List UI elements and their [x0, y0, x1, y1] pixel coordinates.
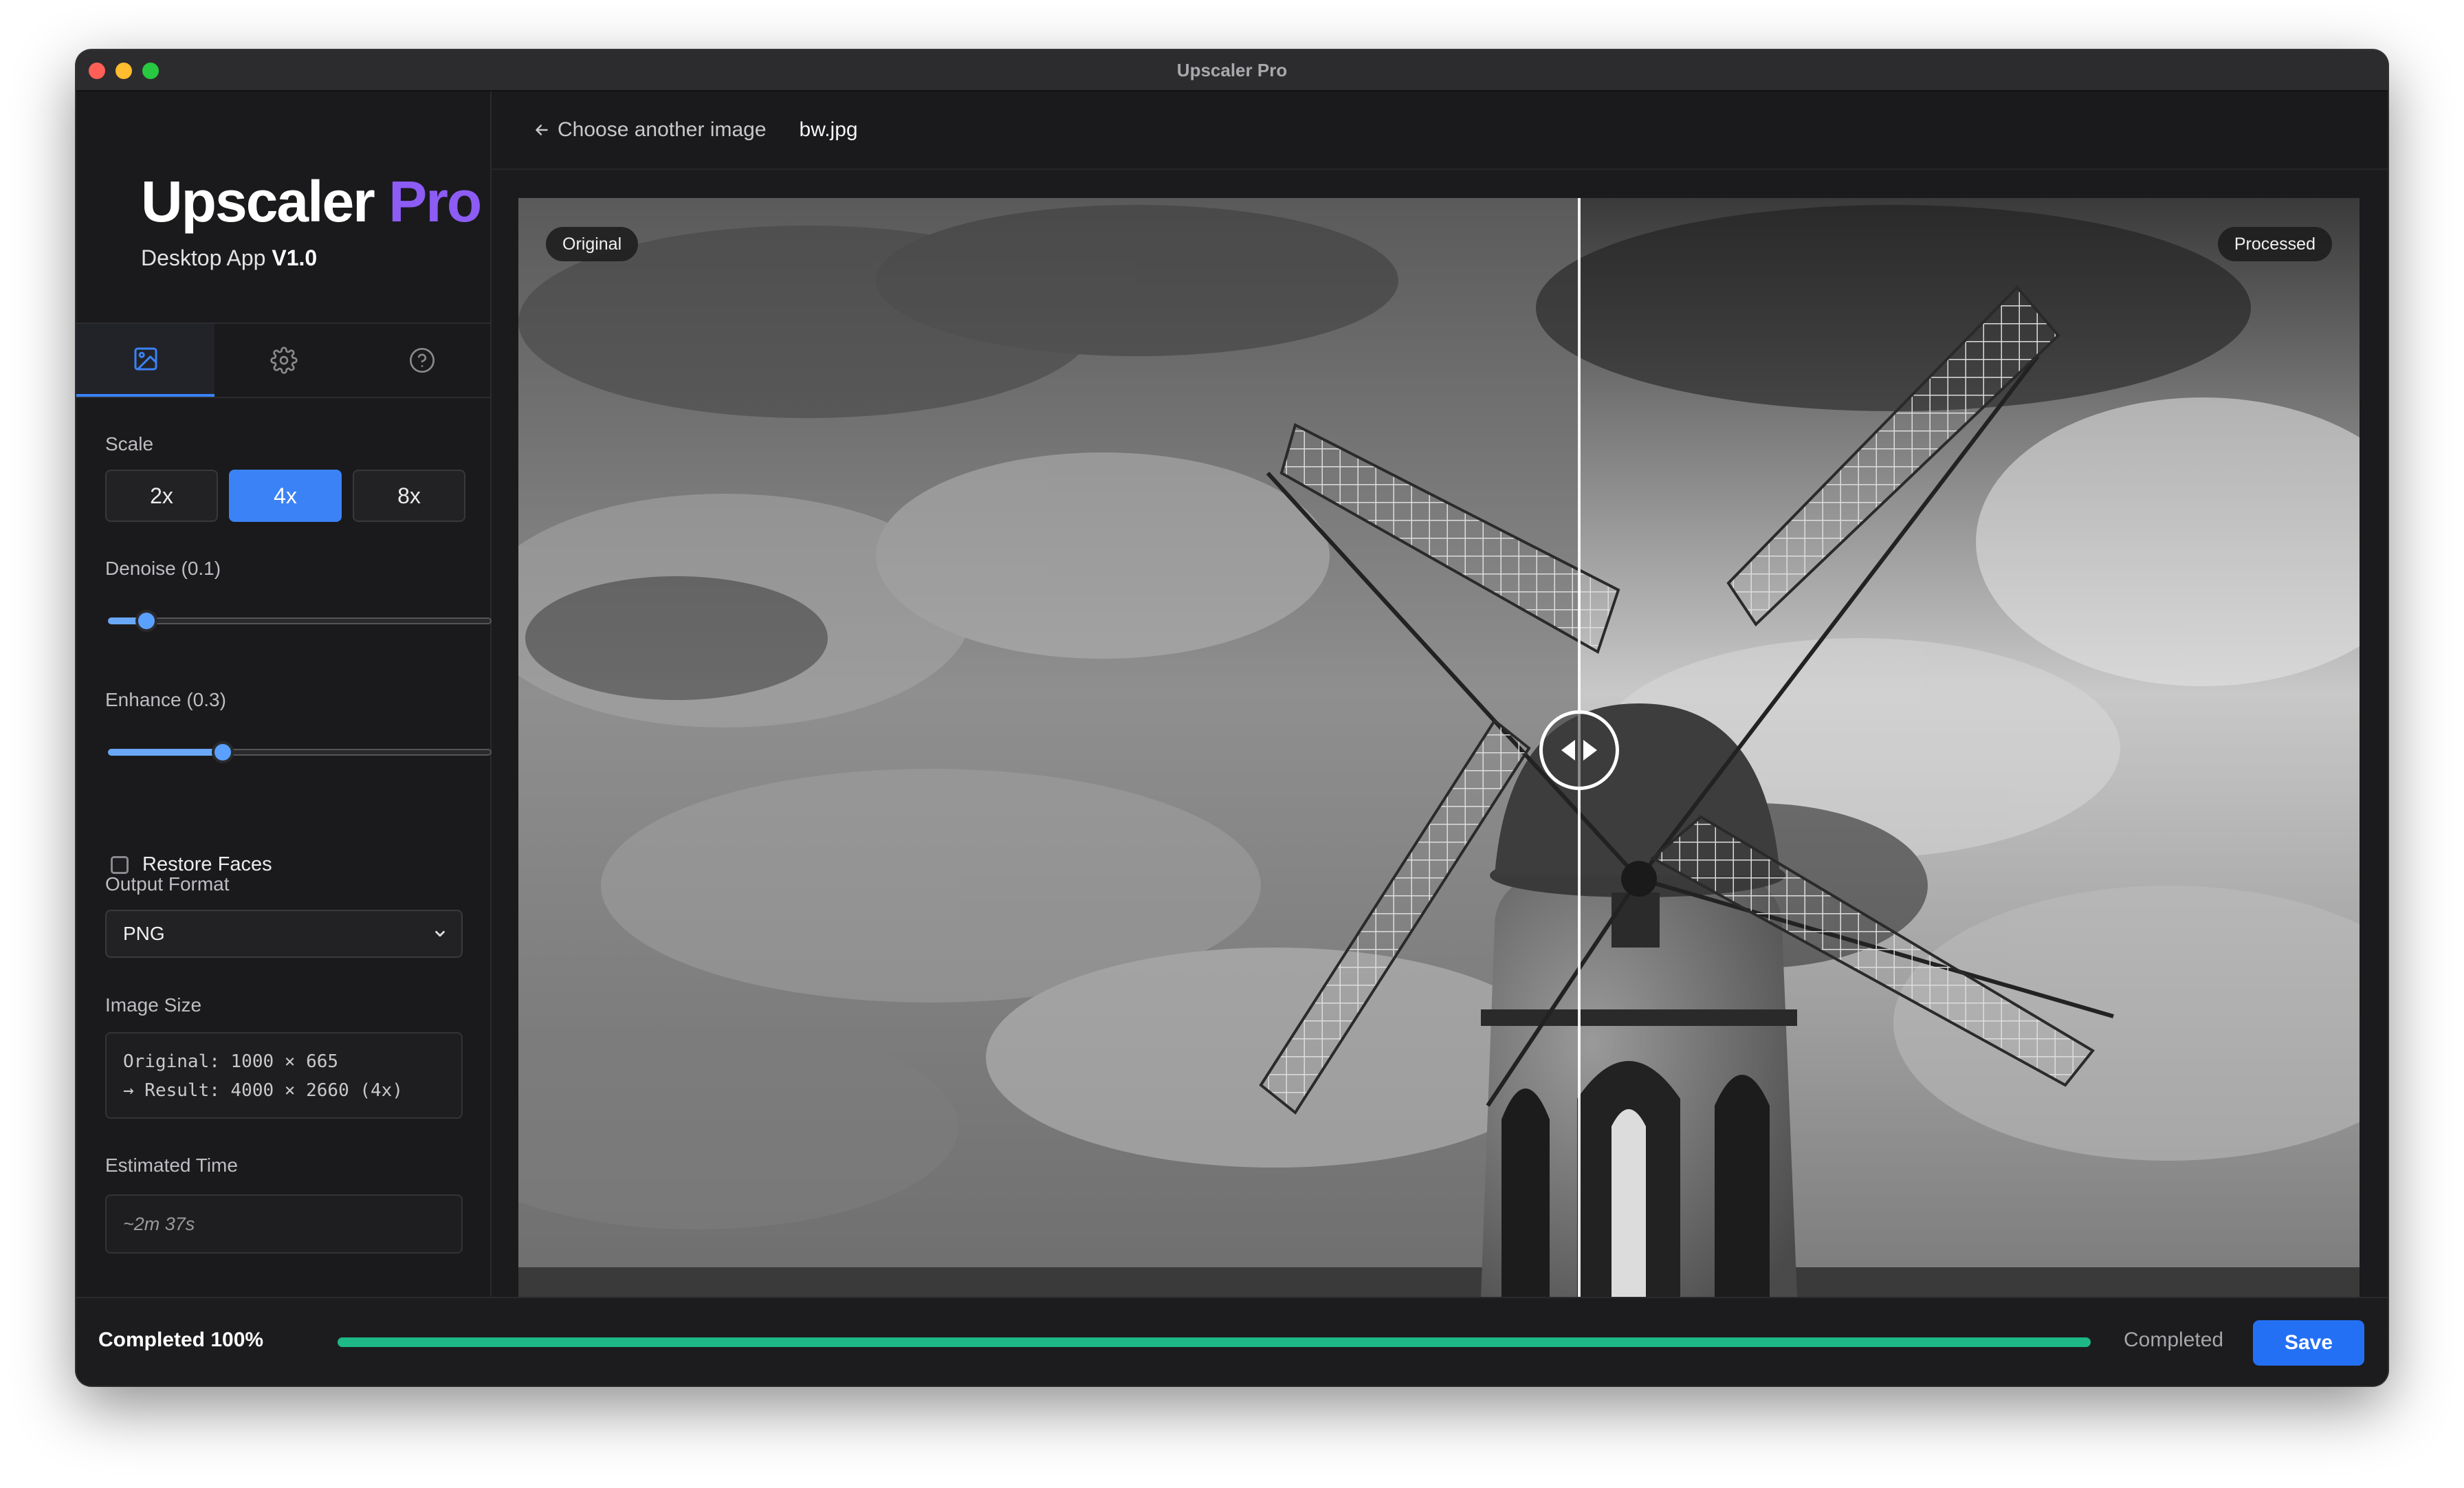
zoom-window-button[interactable]	[142, 63, 159, 79]
slider-track	[108, 617, 492, 624]
sidebar-tabs	[76, 322, 492, 398]
progress-track	[338, 1337, 2091, 1347]
image-size-box: Original: 1000 × 665→ Result: 4000 × 266…	[105, 1032, 463, 1119]
brand-logo: Upscaler Pro Desktop App V1.0	[141, 173, 481, 271]
estimated-time-label: Estimated Time	[105, 1155, 238, 1177]
denoise-label: Denoise (0.1)	[105, 558, 221, 580]
preview-image	[518, 198, 2360, 1297]
result-size-text: → Result: 4000 × 2660 (4x)	[123, 1076, 445, 1105]
window-title: Upscaler Pro	[1177, 60, 1287, 81]
top-bar: Choose another image bw.jpg	[492, 91, 2388, 170]
estimated-time-box: ~2m 37s	[105, 1194, 463, 1254]
choose-another-image-label: Choose another image	[558, 118, 767, 142]
original-size-text: Original: 1000 × 665	[123, 1047, 445, 1076]
tab-help[interactable]	[353, 324, 492, 397]
comparison-viewer[interactable]: Original Processed	[518, 198, 2360, 1297]
brand-accent: Pro	[388, 169, 481, 234]
sidebar: Upscaler Pro Desktop App V1.0 Sca	[76, 91, 492, 1344]
window-controls	[89, 63, 159, 79]
progress-bar-area: Completed 100% Completed Save	[76, 1297, 2388, 1386]
brand-subtitle: Desktop App V1.0	[141, 245, 481, 271]
progress-fill	[338, 1337, 2091, 1347]
output-format-value: PNG	[123, 923, 165, 945]
brand-title: Upscaler Pro	[141, 173, 481, 230]
enhance-label: Enhance (0.3)	[105, 689, 226, 711]
app-window: Upscaler Pro Upscaler Pro Desktop App V1…	[76, 50, 2388, 1386]
slider-thumb[interactable]	[212, 741, 234, 763]
output-format-select[interactable]: PNG	[105, 910, 463, 958]
image-size-label: Image Size	[105, 994, 201, 1016]
scale-4x-button[interactable]: 4x	[229, 470, 342, 522]
save-button[interactable]: Save	[2253, 1320, 2364, 1366]
comparison-handle[interactable]	[1539, 710, 1619, 790]
denoise-slider[interactable]	[108, 606, 492, 634]
scale-selector: 2x 4x 8x	[105, 470, 465, 522]
scale-8x-button[interactable]: 8x	[353, 470, 465, 522]
progress-label: Completed 100%	[98, 1328, 263, 1352]
choose-another-image-link[interactable]: Choose another image	[533, 118, 767, 142]
scale-2x-button[interactable]: 2x	[105, 470, 218, 522]
title-bar: Upscaler Pro	[76, 50, 2388, 91]
estimated-time-value: ~2m 37s	[123, 1214, 195, 1235]
scale-label: Scale	[105, 433, 153, 455]
gear-icon	[270, 347, 298, 374]
enhance-slider[interactable]	[108, 738, 492, 765]
processed-badge: Processed	[2218, 227, 2332, 261]
close-window-button[interactable]	[89, 63, 105, 79]
arrow-left-icon	[1561, 740, 1575, 761]
image-icon	[132, 345, 160, 373]
brand-version: V1.0	[272, 245, 317, 270]
minimize-window-button[interactable]	[116, 63, 132, 79]
output-format-label: Output Format	[105, 873, 230, 895]
original-badge: Original	[546, 227, 638, 261]
restore-faces-checkbox[interactable]	[111, 856, 129, 874]
brand-subtitle-text: Desktop App	[141, 245, 265, 270]
help-circle-icon	[408, 347, 436, 374]
tab-image-settings[interactable]	[76, 324, 214, 397]
arrow-left-icon	[533, 121, 551, 139]
status-text: Completed	[2124, 1328, 2223, 1352]
tab-settings[interactable]	[214, 324, 353, 397]
arrow-right-icon	[1583, 740, 1597, 761]
file-name: bw.jpg	[800, 118, 858, 142]
slider-fill	[108, 749, 223, 756]
slider-thumb[interactable]	[135, 610, 157, 632]
chevron-down-icon	[432, 926, 448, 941]
brand-name: Upscaler	[141, 169, 374, 234]
